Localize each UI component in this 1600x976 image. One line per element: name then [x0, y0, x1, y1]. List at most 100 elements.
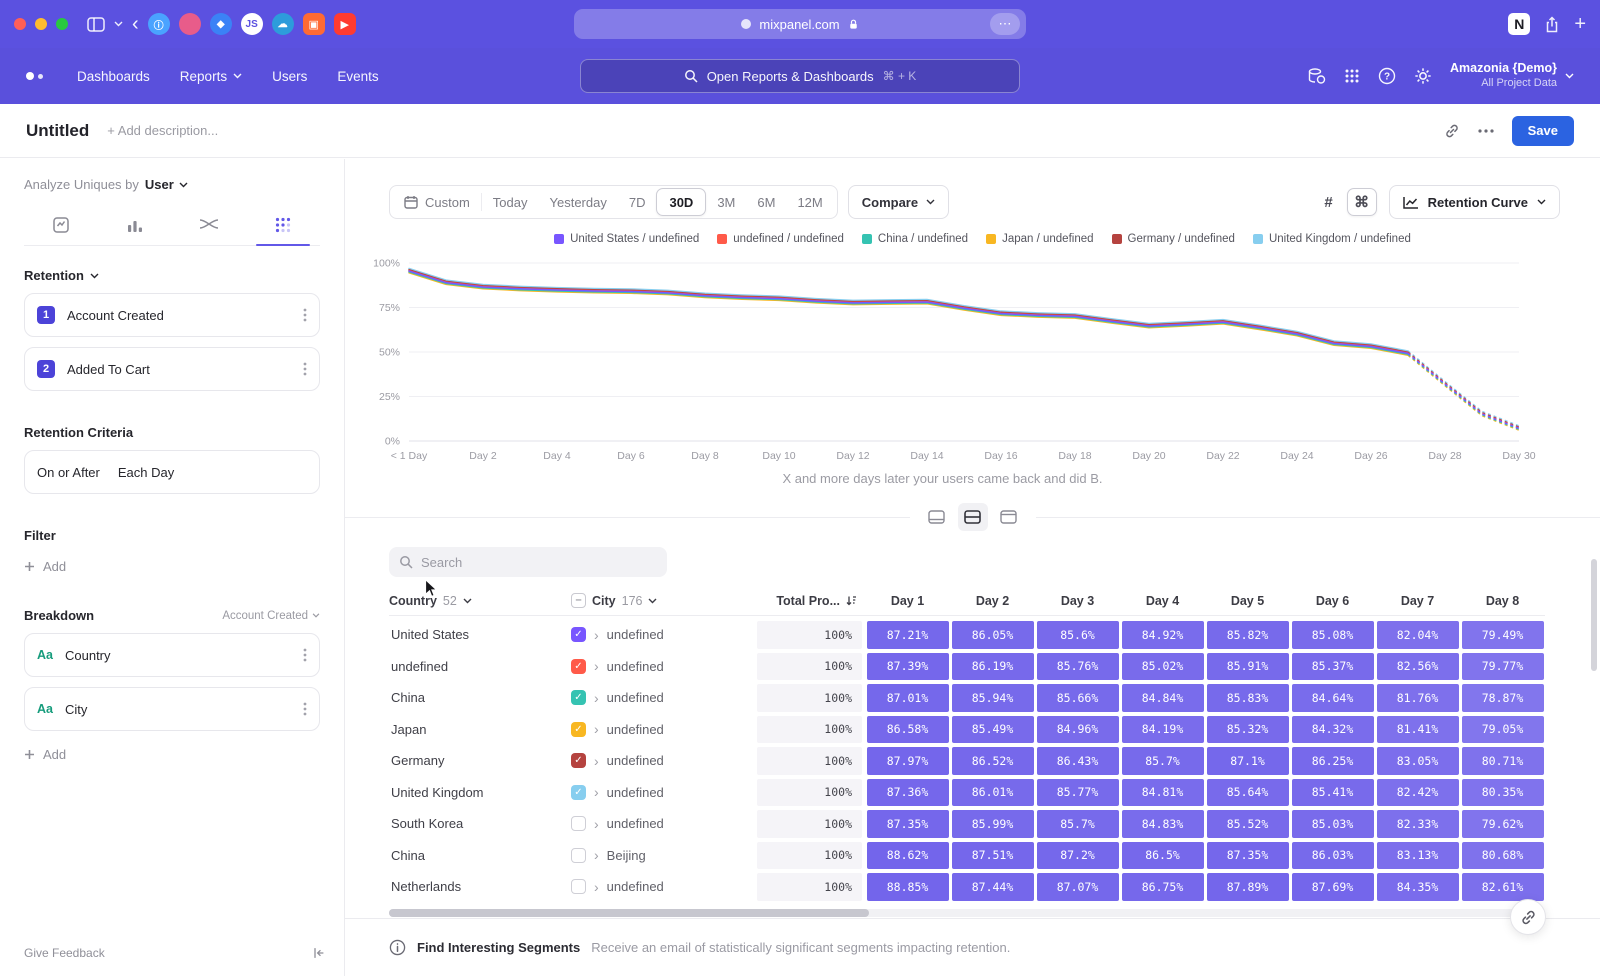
breakdown-event-selector[interactable]: Account Created [222, 610, 320, 622]
cell-day-value[interactable]: 87.01% [867, 684, 949, 712]
tab-insights-icon[interactable] [24, 206, 98, 245]
cell-day-value[interactable]: 82.33% [1377, 810, 1459, 838]
cell-day-value[interactable]: 86.75% [1122, 873, 1204, 901]
cell-day-value[interactable]: 85.94% [952, 684, 1034, 712]
browser-sidebar-icon[interactable] [87, 17, 105, 32]
cell-day-value[interactable]: 84.92% [1122, 621, 1204, 649]
cell-total-percent[interactable]: 100% [757, 810, 862, 838]
column-header-country[interactable]: Country52 [389, 594, 571, 608]
column-header-day[interactable]: Day 3 [1035, 594, 1120, 608]
cell-day-value[interactable]: 87.69% [1292, 873, 1374, 901]
range-today[interactable]: Today [482, 186, 539, 218]
range-6m[interactable]: 6M [746, 186, 786, 218]
browser-back-button[interactable]: ‹ [132, 14, 139, 34]
chevron-right-icon[interactable]: › [594, 722, 599, 736]
cell-day-value[interactable]: 87.39% [867, 653, 949, 681]
range-30d-selected[interactable]: 30D [656, 188, 706, 216]
cell-day-value[interactable]: 88.62% [867, 842, 949, 870]
cell-day-value[interactable]: 85.32% [1207, 716, 1289, 744]
close-window-button[interactable] [14, 18, 26, 30]
cell-total-percent[interactable]: 100% [757, 716, 862, 744]
cell-day-value[interactable]: 87.21% [867, 621, 949, 649]
cell-day-value[interactable]: 85.64% [1207, 779, 1289, 807]
row-checkbox[interactable]: ✓ [571, 627, 586, 642]
zoom-window-button[interactable] [56, 18, 68, 30]
cell-day-value[interactable]: 86.01% [952, 779, 1034, 807]
cell-day-value[interactable]: 87.07% [1037, 873, 1119, 901]
row-checkbox[interactable]: ✓ [571, 785, 586, 800]
chart-type-dropdown[interactable]: Retention Curve [1389, 185, 1560, 219]
cell-day-value[interactable]: 81.41% [1377, 716, 1459, 744]
apps-grid-icon[interactable] [1344, 68, 1360, 84]
cell-day-value[interactable]: 86.25% [1292, 747, 1374, 775]
view-table-only-button[interactable] [994, 503, 1024, 531]
notion-icon[interactable]: N [1508, 13, 1530, 35]
cell-day-value[interactable]: 86.19% [952, 653, 1034, 681]
minimize-window-button[interactable] [35, 18, 47, 30]
tab-retention-icon[interactable] [246, 206, 320, 245]
gear-icon[interactable] [1414, 67, 1432, 85]
cell-day-value[interactable]: 85.41% [1292, 779, 1374, 807]
cell-day-value[interactable]: 86.58% [867, 716, 949, 744]
criteria-on-or-after[interactable]: On or After [37, 465, 100, 480]
browser-extension-icon[interactable]: ⓘ [148, 13, 170, 35]
browser-extension-icon[interactable] [179, 13, 201, 35]
cell-total-percent[interactable]: 100% [757, 684, 862, 712]
cell-day-value[interactable]: 87.51% [952, 842, 1034, 870]
legend-item[interactable]: United Kingdom / undefined [1253, 233, 1411, 245]
extensions-more-button[interactable]: ⋯ [990, 13, 1020, 35]
cell-day-value[interactable]: 80.35% [1462, 779, 1544, 807]
cell-day-value[interactable]: 84.19% [1122, 716, 1204, 744]
row-checkbox[interactable]: ✓ [571, 753, 586, 768]
column-header-day[interactable]: Day 2 [950, 594, 1035, 608]
cell-total-percent[interactable]: 100% [757, 873, 862, 901]
cell-day-value[interactable]: 79.77% [1462, 653, 1544, 681]
criteria-each-day[interactable]: Each Day [118, 465, 174, 480]
cell-day-value[interactable]: 84.81% [1122, 779, 1204, 807]
chevron-right-icon[interactable]: › [594, 817, 599, 831]
report-title[interactable]: Untitled [26, 121, 89, 141]
help-icon[interactable]: ? [1378, 67, 1396, 85]
cell-country[interactable]: United States [389, 627, 571, 642]
cell-day-value[interactable]: 85.83% [1207, 684, 1289, 712]
custom-date-button[interactable]: Custom [393, 186, 481, 218]
cell-day-value[interactable]: 86.43% [1037, 747, 1119, 775]
legend-item[interactable]: Japan / undefined [986, 233, 1093, 245]
save-button[interactable]: Save [1512, 116, 1574, 146]
cell-day-value[interactable]: 83.13% [1377, 842, 1459, 870]
annotations-hash-button[interactable]: # [1314, 188, 1344, 216]
cell-day-value[interactable]: 85.66% [1037, 684, 1119, 712]
nav-events[interactable]: Events [337, 69, 378, 84]
cell-total-percent[interactable]: 100% [757, 747, 862, 775]
column-header-day[interactable]: Day 5 [1205, 594, 1290, 608]
table-search-input[interactable]: Search [389, 547, 667, 577]
cell-day-value[interactable]: 87.2% [1037, 842, 1119, 870]
cell-day-value[interactable]: 85.99% [952, 810, 1034, 838]
legend-item[interactable]: Germany / undefined [1112, 233, 1235, 245]
cell-day-value[interactable]: 78.87% [1462, 684, 1544, 712]
retention-curve-chart[interactable]: 100%75%50%25%0%< 1 DayDay 2Day 4Day 6Day… [363, 253, 1579, 469]
cell-country[interactable]: South Korea [389, 816, 571, 831]
cell-day-value[interactable]: 85.49% [952, 716, 1034, 744]
cell-day-value[interactable]: 87.44% [952, 873, 1034, 901]
column-header-day[interactable]: Day 6 [1290, 594, 1375, 608]
cell-day-value[interactable]: 85.02% [1122, 653, 1204, 681]
analyze-entity-selector[interactable]: User [145, 177, 188, 192]
cell-total-percent[interactable]: 100% [757, 842, 862, 870]
share-link-fab[interactable] [1510, 899, 1546, 935]
cell-day-value[interactable]: 85.77% [1037, 779, 1119, 807]
retention-step-card[interactable]: 2 Added To Cart [24, 347, 320, 391]
cell-country[interactable]: undefined [389, 659, 571, 674]
row-checkbox[interactable] [571, 816, 586, 831]
more-options-icon[interactable] [303, 702, 307, 716]
cell-day-value[interactable]: 86.05% [952, 621, 1034, 649]
cell-day-value[interactable]: 85.6% [1037, 621, 1119, 649]
cell-day-value[interactable]: 88.85% [867, 873, 949, 901]
chevron-right-icon[interactable]: › [594, 848, 599, 862]
cell-day-value[interactable]: 87.36% [867, 779, 949, 807]
browser-sidebar-chevron-icon[interactable] [114, 21, 123, 27]
cell-day-value[interactable]: 79.49% [1462, 621, 1544, 649]
new-tab-icon[interactable]: + [1574, 14, 1586, 34]
cell-day-value[interactable]: 86.03% [1292, 842, 1374, 870]
cell-day-value[interactable]: 87.1% [1207, 747, 1289, 775]
